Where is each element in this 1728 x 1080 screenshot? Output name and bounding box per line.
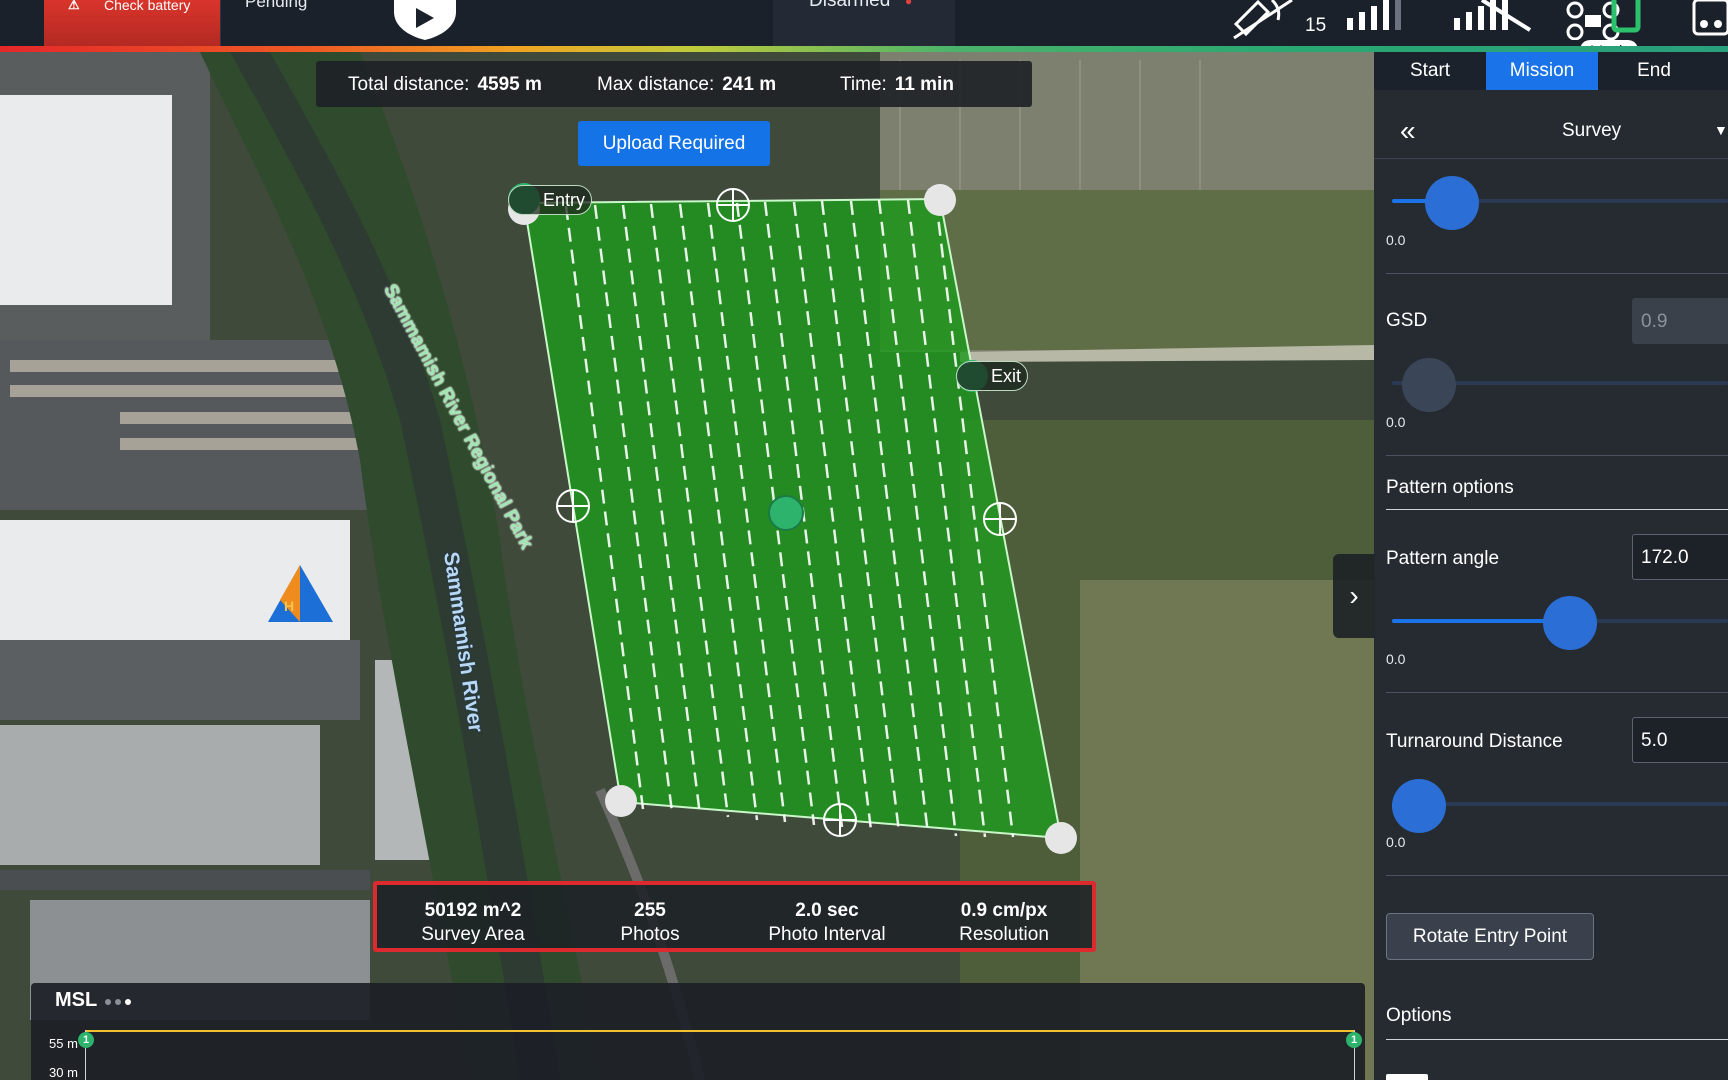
divider: [1386, 273, 1728, 274]
altitude-slider[interactable]: [1392, 176, 1728, 230]
tab-end[interactable]: End: [1598, 52, 1710, 90]
home-position-marker[interactable]: H: [284, 598, 294, 614]
tab-start[interactable]: Start: [1374, 52, 1486, 90]
slider-handle[interactable]: [1392, 779, 1446, 833]
options-header: Options: [1386, 1005, 1452, 1026]
gsd-label: GSD: [1386, 310, 1428, 331]
page-indicator-dot[interactable]: [105, 999, 111, 1005]
arm-status-indicator[interactable]: Disarmed ●: [773, 0, 955, 46]
warning-icon: ⚠: [68, 0, 80, 12]
battery-warning-indicator[interactable]: ⚠ Check battery: [44, 0, 220, 46]
photos-stat: 255 Photos: [620, 900, 680, 945]
battery-status-label: Check battery: [104, 0, 191, 13]
slider-handle[interactable]: [1543, 596, 1597, 650]
gps-off-icon[interactable]: [1228, 0, 1300, 46]
double-chevron-left-icon[interactable]: «: [1400, 115, 1416, 147]
survey-area-stat: 50192 m^2 Survey Area: [421, 900, 525, 945]
survey-header: « Survey ▼: [1374, 104, 1728, 159]
pattern-angle-field[interactable]: 172.0: [1632, 534, 1728, 580]
tab-mission[interactable]: Mission: [1486, 52, 1598, 90]
slider-handle[interactable]: [1425, 176, 1479, 230]
photo-interval-stat: 2.0 sec Photo Interval: [768, 900, 886, 945]
total-distance-stat: Total distance: 4595 m: [348, 74, 542, 95]
entry-point-label: Entry: [543, 190, 586, 210]
gsd-slider-min: 0.0: [1386, 414, 1406, 430]
turnaround-distance-slider[interactable]: [1392, 779, 1728, 833]
max-distance-stat: Max distance: 241 m: [597, 74, 777, 95]
battery-icon[interactable]: [1608, 0, 1644, 36]
pattern-angle-label: Pattern angle: [1386, 548, 1500, 569]
altitude-waypoint-end[interactable]: 1: [1346, 1032, 1362, 1048]
building-roof: [0, 95, 172, 305]
alert-dot-icon: ●: [905, 0, 913, 8]
divider: [1386, 875, 1728, 876]
gsd-slider: [1392, 358, 1728, 412]
section-underline: [1386, 509, 1728, 510]
divider: [1386, 455, 1728, 456]
rc-signal-icon[interactable]: [1345, 0, 1425, 32]
pattern-options-header: Pattern options: [1386, 477, 1514, 498]
page-indicator-dot-active[interactable]: [125, 999, 131, 1005]
pattern-angle-slider[interactable]: [1392, 596, 1728, 650]
panel-collapse-button[interactable]: ›: [1333, 554, 1375, 638]
mission-editor-panel: Start Mission End « Survey ▼ 0.0 GSD 0.9…: [1374, 52, 1728, 1080]
resolution-stat: 0.9 cm/px Resolution: [959, 900, 1049, 945]
arm-status-label: Disarmed: [809, 0, 891, 11]
turnaround-distance-field[interactable]: 5.0: [1632, 717, 1728, 763]
dropdown-caret-icon[interactable]: ▼: [1714, 122, 1728, 138]
mission-stats-panel: Total distance: 4595 m Max distance: 241 m…: [316, 61, 1032, 107]
survey-summary-panel: 50192 m^2 Survey Area 255 Photos 2.0 sec…: [373, 881, 1096, 952]
turnaround-distance-label: Turnaround Distance: [1386, 731, 1563, 752]
upload-required-button[interactable]: Upload Required: [578, 121, 770, 166]
telemetry-signal-off-icon[interactable]: [1452, 0, 1536, 32]
entry-point-marker[interactable]: Entry: [508, 185, 593, 215]
flight-mode-indicator[interactable]: [390, 0, 460, 46]
plan-status-indicator[interactable]: Pending: [220, 0, 390, 46]
exit-point-label: Exit: [991, 366, 1022, 386]
page-indicator-dot[interactable]: [115, 999, 121, 1005]
rotate-entry-point-button[interactable]: Rotate Entry Point: [1386, 913, 1594, 960]
altitude-line: [85, 1030, 1355, 1032]
chevron-right-icon: ›: [1349, 580, 1359, 611]
gsd-field: 0.9: [1632, 298, 1728, 344]
toolbar: ⚠ Check battery Pending Disarmed ● 15: [0, 0, 1728, 60]
polygon-center-handle: [768, 495, 804, 531]
altitude-slider-min: 0.0: [1386, 232, 1406, 248]
pattern-angle-slider-min: 0.0: [1386, 651, 1406, 667]
altitude-tick-bottom: 30 m: [49, 1065, 78, 1080]
divider: [1386, 692, 1728, 693]
altitude-waypoint-start[interactable]: 1: [78, 1032, 94, 1048]
slider-handle: [1402, 358, 1456, 412]
section-underline: [1386, 1039, 1728, 1040]
checkbox[interactable]: [1386, 1074, 1428, 1080]
turnaround-slider-min: 0.0: [1386, 834, 1406, 850]
vehicle-settings-icon[interactable]: [1690, 0, 1728, 40]
altitude-mode-label[interactable]: MSL: [55, 989, 97, 1012]
satellite-count: 15: [1305, 15, 1327, 36]
time-stat: Time: 11 min: [840, 74, 954, 95]
mission-item-type[interactable]: Survey: [1562, 120, 1621, 142]
plan-status-label: Pending: [245, 0, 308, 11]
shield-icon: [394, 0, 456, 40]
exit-point-marker[interactable]: Exit: [956, 361, 1029, 391]
altitude-tick-top: 55 m: [49, 1036, 78, 1051]
plan-tabs: Start Mission End: [1374, 52, 1728, 90]
home-label: H: [284, 598, 295, 614]
altitude-profile[interactable]: MSL 55 m 30 m 1 1: [31, 983, 1365, 1080]
